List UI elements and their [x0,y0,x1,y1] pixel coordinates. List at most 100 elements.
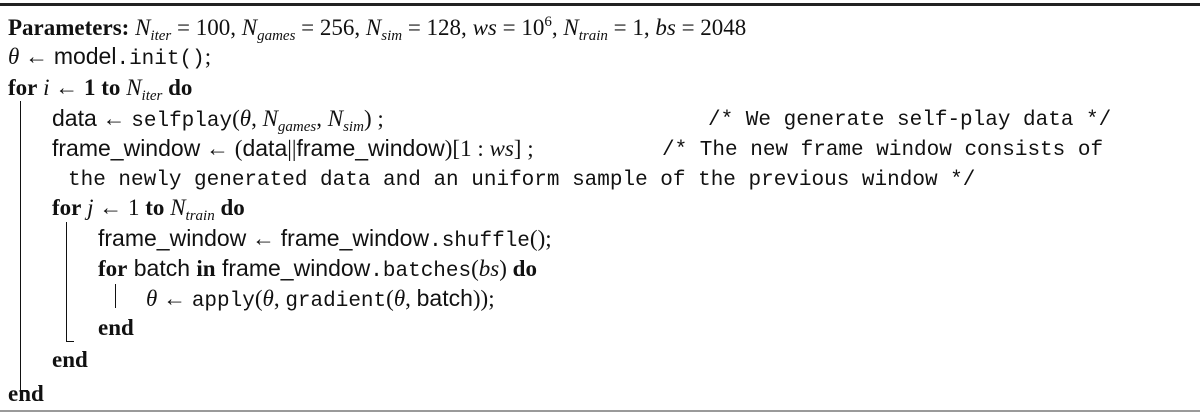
batches-fn: .batches [370,260,472,283]
n-sim-symbol: N [327,106,344,131]
paren-open: ( [386,286,394,311]
comment-text: /* The new frame window consists of [662,139,1104,162]
bs-symbol: bs [655,15,676,40]
loop-var-j: j [81,195,100,220]
ws-value: = 10 [496,15,545,40]
loop-var-i: i [37,75,56,100]
to-keyword: to [95,75,127,100]
parameters-line: Parameters: Niter = 100, Ngames = 256, N… [8,8,746,44]
inner-loop-bar-end [66,341,74,342]
n-sim-subscript: sim [343,119,364,135]
in-keyword: in [196,256,216,281]
theta-symbol: θ [262,286,274,311]
assign-arrow: ← [246,226,281,251]
theta-symbol: θ [8,44,20,69]
n-sim-symbol: N [365,15,382,40]
frame-window-var: frame_window [296,135,445,161]
n-train-subscript: train [185,208,215,224]
batch-for-line: for batch in frame_window.batches(bs) do [98,254,537,283]
frame-window-var: frame_window [280,225,430,251]
comma: , [405,286,417,311]
init-line: θ ← model.init(); [8,42,212,71]
apply-line: θ ← apply(θ, gradient(θ, batch)); [146,284,495,313]
gradient-fn: gradient [285,290,387,313]
n-games-value: = 256, [295,15,366,40]
bs-value: = 2048 [675,15,747,40]
do-keyword: do [214,195,245,220]
for-keyword: for [8,75,38,100]
shuffle-fn: .shuffle [429,230,530,253]
statement-end: ; [371,106,384,131]
frame-window-var: frame_window [98,225,247,251]
comma: , [273,286,286,311]
statement-end: ; [545,226,552,251]
init-call: .init() [116,48,205,71]
inner-loop-bar [66,222,67,342]
end-outer-loop: end [8,380,44,408]
assign-arrow: ← [200,136,235,161]
assign-arrow: ← [99,195,129,220]
selfplay-line: data ← selfplay(θ, Ngames, Nsim) ; [52,104,384,135]
paren-close: ) [363,106,372,131]
do-keyword: do [506,256,537,281]
model-name: model [53,43,117,69]
batch-loop-bar [115,284,116,308]
n-train-symbol: N [170,195,186,220]
for-keyword: for [52,195,82,220]
comma: , [316,106,328,131]
end-batch-loop: end [98,314,134,342]
comment-text: /* We generate self-play data */ [708,109,1112,132]
statement-end: ; [521,136,534,161]
slice-open: [1 : [452,136,490,161]
outer-loop-bar [20,101,21,391]
assign-arrow: ← [157,286,192,311]
statement-end: ; [204,44,212,69]
selfplay-comment: /* We generate self-play data */ [708,104,1111,132]
do-keyword: do [162,75,193,100]
assign-arrow: ← [19,44,54,69]
ws-symbol: ws [489,136,514,161]
n-iter-symbol: N [126,75,142,100]
paren-close: )); [472,286,495,311]
n-train-subscript: train [578,28,608,44]
assign-arrow: ← [96,106,132,131]
for-keyword: for [98,256,128,281]
outer-for-line: for i ← 1 to Niter do [8,74,193,104]
n-sim-subscript: sim [381,28,403,44]
paren-open: ( [254,286,263,311]
frame-window-comment-2: the newly generated data and an uniform … [68,164,975,192]
batch-var: batch [127,255,197,281]
loop-start: 1 [84,75,96,100]
data-var: data [242,135,288,161]
selfplay-fn: selfplay [131,110,233,133]
assign-arrow: ← [55,75,85,100]
n-iter-subscript: iter [141,88,163,104]
ws-separator: , [551,15,564,40]
n-iter-value: = 100, [171,15,242,40]
theta-symbol: θ [146,286,158,311]
data-var: data [52,105,97,131]
algorithm-bottom-rule [0,410,1200,412]
end-keyword: end [98,315,134,340]
frame-window-var: frame_window [215,255,371,281]
parameters-label: Parameters: [8,15,130,40]
n-games-subscript: games [257,28,296,44]
ws-symbol: ws [472,15,497,40]
algorithm-top-rule [0,3,1200,6]
theta-symbol: θ [393,286,406,311]
comma: , [251,106,263,131]
frame-window-line: frame_window ← (data||frame_window)[1 : … [52,134,534,162]
n-train-value: = 1, [607,15,656,40]
frame-window-comment-1: /* The new frame window consists of [662,134,1103,162]
paren-open: ( [471,256,479,281]
n-games-symbol: N [262,106,278,131]
n-games-subscript: games [277,119,317,135]
theta-symbol: θ [239,106,252,131]
end-keyword: end [52,347,88,372]
ws-exponent: 6 [544,14,552,30]
loop-start: 1 [128,195,140,220]
batch-var: batch [416,285,473,311]
bs-symbol: bs [478,256,500,281]
end-inner-loop: end [52,346,88,374]
n-games-symbol: N [241,15,258,40]
